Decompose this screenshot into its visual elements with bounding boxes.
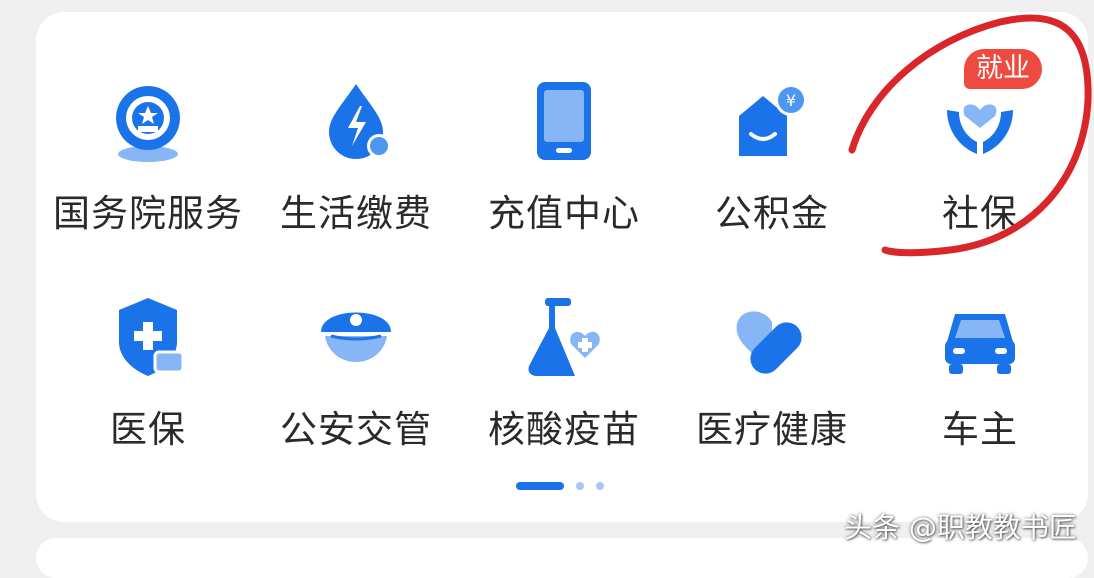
service-label: 社保 <box>942 192 1018 235</box>
police-cap-icon <box>311 292 401 382</box>
service-topup-center[interactable]: 充值中心 <box>459 76 669 276</box>
housing-fund-icon: ¥ <box>727 76 817 166</box>
social-security-hands-heart-icon <box>935 76 1025 166</box>
service-label: 医疗健康 <box>696 408 848 451</box>
service-label: 公积金 <box>715 192 829 235</box>
service-state-council[interactable]: 国务院服务 <box>43 76 253 276</box>
service-label: 公安交管 <box>280 408 432 451</box>
page-dot[interactable] <box>596 482 604 490</box>
utility-bill-drop-icon <box>311 76 401 166</box>
heart-bandage-icon <box>727 292 817 382</box>
service-housing-fund[interactable]: ¥ 公积金 <box>667 76 877 276</box>
service-medical-health[interactable]: 医疗健康 <box>667 292 877 492</box>
service-nucleic-vaccine[interactable]: 核酸疫苗 <box>459 292 669 492</box>
svg-text:¥: ¥ <box>786 91 796 110</box>
service-utility-bills[interactable]: 生活缴费 <box>251 76 461 276</box>
services-grid: 国务院服务 生活缴费 充值中心 ¥ 公积金 社保 医保 公安交管 核酸疫苗 医疗… <box>36 12 1088 522</box>
services-card: 国务院服务 生活缴费 充值中心 ¥ 公积金 社保 医保 公安交管 核酸疫苗 医疗… <box>36 12 1088 522</box>
state-council-emblem-icon <box>103 76 193 166</box>
service-label: 医保 <box>110 408 186 451</box>
service-label: 充值中心 <box>488 192 640 235</box>
page-dot-active[interactable] <box>516 482 564 490</box>
employment-badge: 就业 <box>964 49 1042 89</box>
service-label: 国务院服务 <box>53 192 243 235</box>
service-public-security-traffic[interactable]: 公安交管 <box>251 292 461 492</box>
service-label: 车主 <box>942 408 1018 451</box>
service-label: 核酸疫苗 <box>488 408 640 451</box>
service-social-security[interactable]: 社保 <box>875 76 1085 276</box>
service-car-owner[interactable]: 车主 <box>875 292 1085 492</box>
service-label: 生活缴费 <box>280 192 432 235</box>
medical-insurance-shield-icon <box>103 292 193 382</box>
service-medical-insurance[interactable]: 医保 <box>43 292 253 492</box>
flask-heart-icon <box>519 292 609 382</box>
tablet-topup-icon <box>519 76 609 166</box>
page-dot[interactable] <box>576 482 584 490</box>
car-icon <box>935 292 1025 382</box>
watermark: 头条 @职教教书匠 <box>844 511 1077 544</box>
